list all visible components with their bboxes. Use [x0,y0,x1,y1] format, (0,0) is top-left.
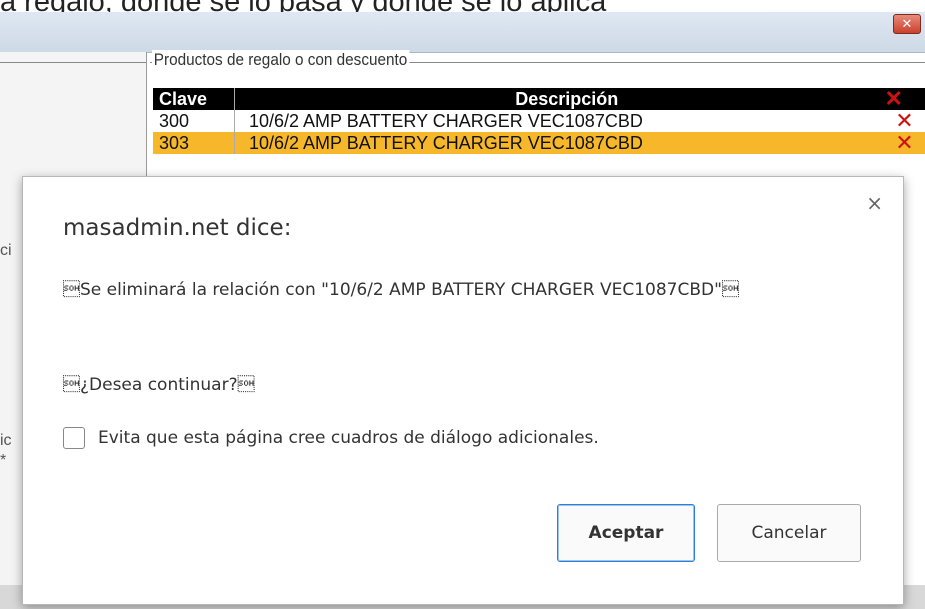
cancel-button[interactable]: Cancelar [717,504,861,562]
divider [0,62,146,63]
cell-descripcion: 10/6/2 AMP BATTERY CHARGER VEC1087CBD [249,111,643,131]
cell-clave: 303 [153,132,235,154]
suppress-dialogs-label[interactable]: Evita que esta página cree cuadros de di… [98,428,599,448]
close-icon: ✕ [901,16,913,32]
label-fragment: ic [0,432,12,449]
gift-products-legend: Productos de regalo o con descuento [152,50,410,70]
delete-row-icon[interactable]: ✕ [885,110,925,132]
gift-products-table: Clave Descripción ✕ 300 10/6/2 AMP BATTE… [153,88,925,154]
dialog-close-icon[interactable]: × [866,191,883,215]
dialog-title: masadmin.net dice: [63,215,292,241]
suppress-dialogs-checkbox[interactable] [63,427,85,449]
dialog-question: ¿Desea continuar? [63,375,255,395]
table-header-row: Clave Descripción ✕ [153,88,925,110]
cropped-caption: a regalo, donde se lo pasa y donde se lo… [0,0,925,12]
window-close-button[interactable]: ✕ [893,14,921,34]
label-fragment: * [0,452,7,469]
label-fragment: ci [0,242,12,259]
delete-icon: ✕ [884,86,903,111]
dialog-message: Se eliminará la relación con "10/6/2 AM… [63,280,739,300]
suppress-dialogs-option[interactable]: Evita que esta página cree cuadros de di… [63,427,599,449]
accept-button[interactable]: Aceptar [557,504,695,562]
column-header-descripcion[interactable]: Descripción [235,88,885,110]
table-row-selected[interactable]: 303 10/6/2 AMP BATTERY CHARGER VEC1087CB… [153,132,925,154]
table-row[interactable]: 300 10/6/2 AMP BATTERY CHARGER VEC1087CB… [153,110,925,132]
cell-clave: 300 [153,110,235,132]
column-header-clave[interactable]: Clave [153,88,235,110]
window-titlebar: ✕ [0,12,925,53]
confirm-dialog: × masadmin.net dice: Se eliminará la re… [22,176,904,605]
cell-descripcion: 10/6/2 AMP BATTERY CHARGER VEC1087CBD [249,133,643,153]
delete-row-icon[interactable]: ✕ [885,132,925,154]
